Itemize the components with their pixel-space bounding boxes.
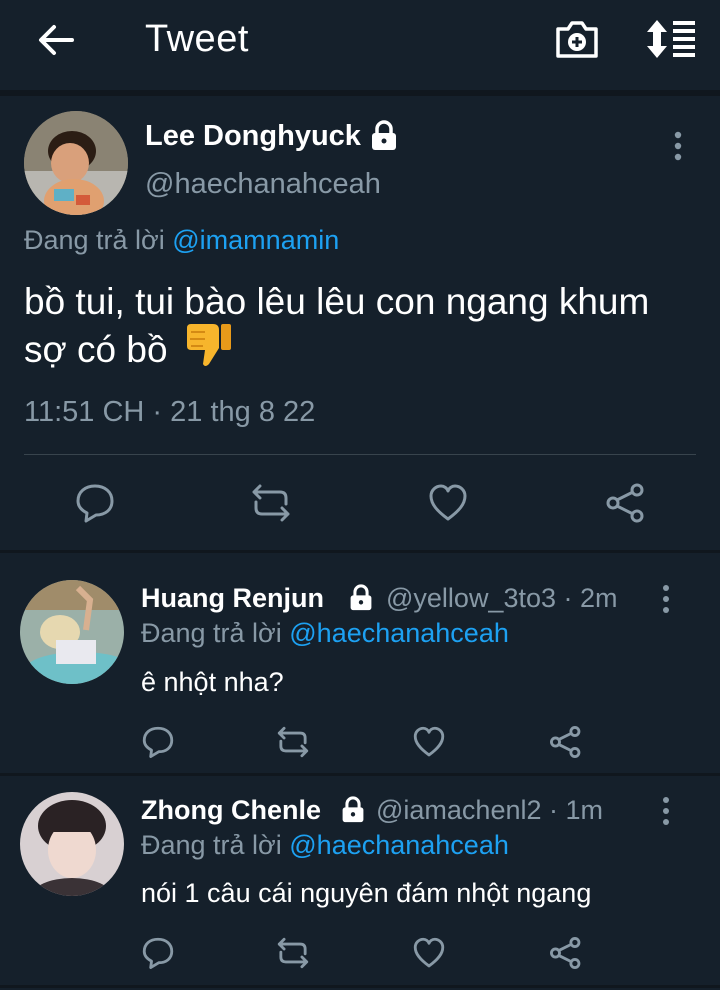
replying-to-label: Đang trả lời	[141, 830, 290, 860]
retweet-icon[interactable]	[276, 725, 310, 759]
tweet-text-line1: bồ tui, tui bào lêu lêu con ngang khum	[24, 281, 650, 322]
reply-text: ê nhột nha?	[141, 667, 284, 697]
reply-author-name[interactable]: Huang Renjun	[141, 583, 324, 614]
reply-author-handle[interactable]: @yellow_3to3 · 2m	[386, 583, 618, 614]
replying-to-label: Đang trả lời	[24, 225, 173, 255]
author-handle[interactable]: @haechanahceah	[145, 168, 381, 201]
camera-add-icon[interactable]	[554, 16, 600, 62]
top-bar: Tweet	[0, 0, 720, 90]
reply-icon[interactable]	[141, 725, 175, 759]
tweet-text-line2: sợ có bồ	[24, 329, 168, 370]
more-options-icon[interactable]	[656, 584, 676, 614]
replying-to: Đang trả lời @haechanahceah	[141, 618, 509, 649]
reply-mention-link[interactable]: @haechanahceah	[289, 618, 509, 648]
like-icon[interactable]	[412, 936, 446, 970]
retweet-icon[interactable]	[250, 482, 292, 524]
lock-icon	[342, 796, 364, 823]
reply-mention-link[interactable]: @imamnamin	[172, 225, 339, 255]
thumbs-down-emoji-icon	[187, 324, 231, 366]
share-icon[interactable]	[549, 725, 583, 759]
replying-to: Đang trả lời @haechanahceah	[141, 830, 509, 861]
more-options-icon[interactable]	[666, 130, 690, 162]
divider	[24, 454, 696, 455]
reply-author-name[interactable]: Zhong Chenle	[141, 795, 321, 826]
tweet-text: bồ tui, tui bào lêu lêu con ngang khum s…	[24, 278, 704, 374]
retweet-icon[interactable]	[276, 936, 310, 970]
reply-icon[interactable]	[141, 936, 175, 970]
like-icon[interactable]	[412, 725, 446, 759]
lock-icon	[350, 584, 372, 611]
reply-avatar[interactable]	[20, 792, 124, 896]
avatar-photo	[24, 111, 128, 215]
header-divider	[0, 90, 720, 96]
avatar[interactable]	[24, 111, 128, 215]
reply-author-handle[interactable]: @iamachenl2 · 1m	[376, 795, 603, 826]
sort-icon[interactable]	[645, 18, 697, 60]
replying-to-label: Đang trả lời	[141, 618, 290, 648]
tweet-timestamp: 11:51 CH · 21 thg 8 22	[24, 396, 316, 428]
reply-avatar[interactable]	[20, 580, 124, 684]
lock-icon	[372, 120, 396, 150]
page-title: Tweet	[145, 18, 249, 60]
section-divider	[0, 550, 720, 553]
share-icon[interactable]	[605, 482, 647, 524]
like-icon[interactable]	[427, 482, 469, 524]
reply-text: nói 1 câu cái nguyên đám nhột ngang	[141, 878, 592, 908]
reply-mention-link[interactable]: @haechanahceah	[289, 830, 509, 860]
author-name[interactable]: Lee Donghyuck	[145, 120, 361, 153]
section-divider	[0, 985, 720, 988]
replying-to: Đang trả lời @imamnamin	[24, 225, 339, 256]
avatar-photo	[20, 580, 124, 684]
more-options-icon[interactable]	[656, 796, 676, 826]
avatar-photo	[20, 792, 124, 896]
section-divider	[0, 773, 720, 776]
share-icon[interactable]	[549, 936, 583, 970]
back-arrow-icon[interactable]	[34, 20, 78, 60]
reply-icon[interactable]	[74, 482, 116, 524]
